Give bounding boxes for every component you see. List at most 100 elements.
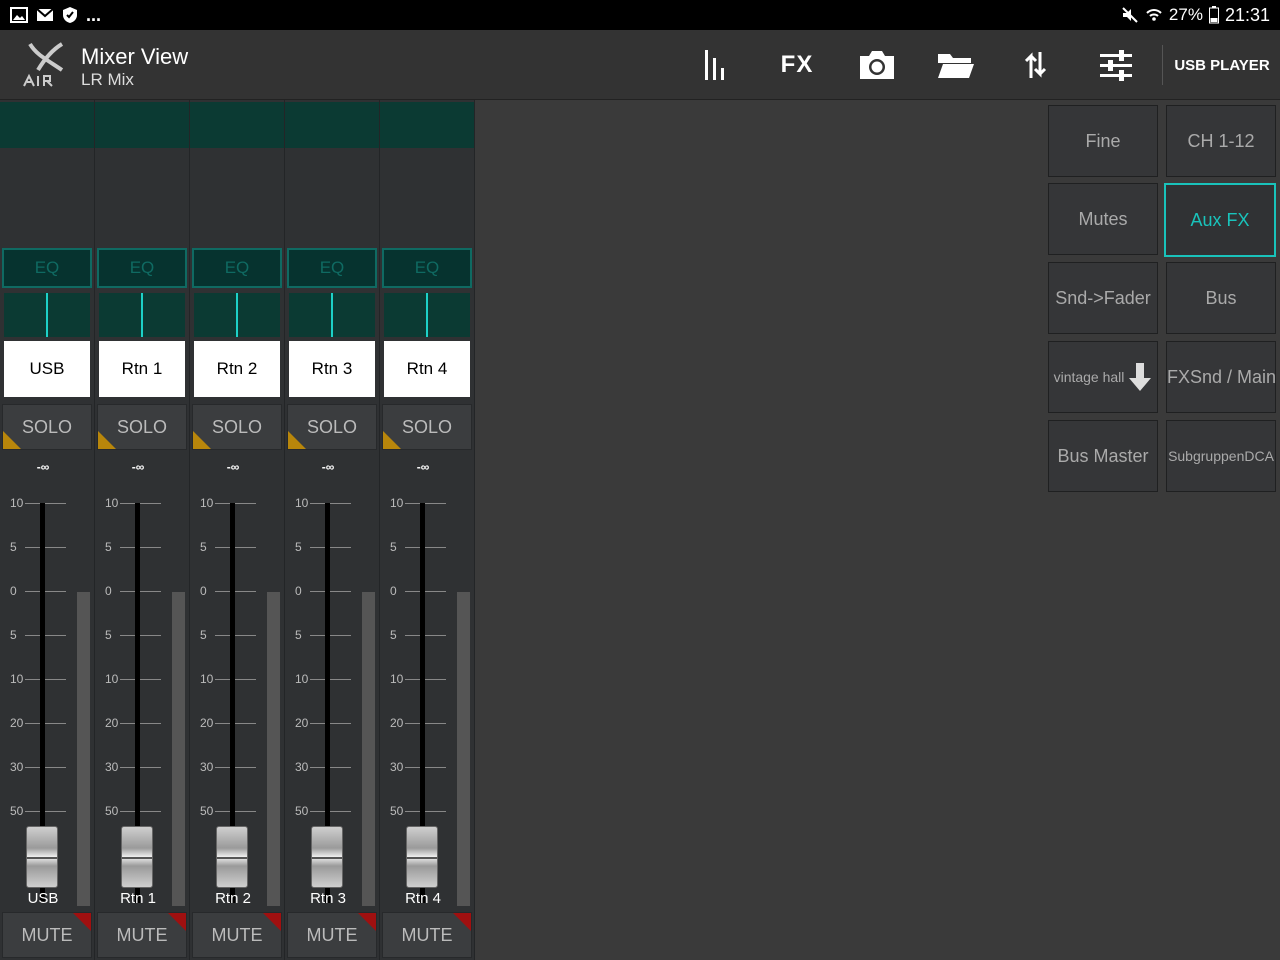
meters-button[interactable] [686,30,746,100]
camera-icon [860,51,894,79]
solo-button[interactable]: SOLO [287,404,377,450]
mute-button[interactable]: MUTE [382,912,472,958]
solo-button[interactable]: SOLO [2,404,92,450]
channel-name-button[interactable]: Rtn 2 [194,341,280,397]
channel-name-button[interactable]: USB [4,341,90,397]
channel-name-button[interactable]: Rtn 1 [99,341,185,397]
scale-tick [25,679,66,680]
fader-handle-line [407,857,437,859]
mute-button[interactable]: MUTE [192,912,282,958]
scale-tick [405,811,446,812]
eq-button[interactable]: EQ [382,248,472,288]
bus-master-button[interactable]: Bus Master [1048,420,1158,492]
channel-label: Rtn 1 [120,890,156,907]
battery-percent: 27% [1168,5,1203,24]
pan-indicator [46,293,48,337]
mutes-button[interactable]: Mutes [1048,183,1158,255]
snd-fader-button[interactable]: Snd->Fader [1048,262,1158,334]
solo-marker-icon [193,431,211,449]
solo-label: SOLO [21,416,73,437]
channel-label: Rtn 2 [215,890,251,907]
scale-tick [215,635,256,636]
sliders-icon [1100,50,1132,81]
scale-tick [120,547,161,548]
level-meter [267,592,280,906]
vintage-hall-button[interactable]: vintage hall [1048,341,1158,413]
pan-control[interactable] [384,293,470,337]
bus-button[interactable]: Bus [1166,262,1276,334]
fx-button[interactable]: FX [767,30,827,100]
scale-label: 50 [390,804,404,818]
fader-handle[interactable] [26,826,58,888]
eq-button[interactable]: EQ [97,248,187,288]
mute-button[interactable]: MUTE [97,912,187,958]
fader-handle-line [122,857,152,859]
scale-label: 20 [390,716,404,730]
scale-tick [25,547,66,548]
scale-label: 50 [200,804,214,818]
fader-handle[interactable] [216,826,248,888]
fader-handle[interactable] [121,826,153,888]
channel-label: USB [27,890,59,907]
meters-icon [705,50,724,80]
scale-tick [405,547,446,548]
fader-handle[interactable] [311,826,343,888]
pan-control[interactable] [289,293,375,337]
scale-label: 0 [10,584,17,598]
scale-label: 5 [105,540,112,554]
files-button[interactable] [926,30,986,100]
usb-player-button[interactable]: USB PLAYER [1168,30,1276,100]
pan-control[interactable] [194,293,280,337]
eq-button[interactable]: EQ [2,248,92,288]
scale-label: 0 [105,584,112,598]
fader-handle[interactable] [406,826,438,888]
eq-button[interactable]: EQ [287,248,377,288]
scale-tick [25,767,66,768]
ch-1-12-button[interactable]: CH 1-12 [1166,105,1276,177]
transfer-arrows-icon [1025,52,1047,78]
pan-control[interactable] [99,293,185,337]
snapshot-button[interactable] [847,30,907,100]
channel-strip: EQ Rtn 2 SOLO -∞ 10 5 0 5 10 20 30 50 Rtn 2 MUTE [190,100,285,960]
subgruppen-dca-button[interactable]: SubgruppenDCA [1166,420,1276,492]
aux-fx-button[interactable]: Aux FX [1164,183,1276,257]
scale-tick [120,503,161,504]
scale-tick [310,547,351,548]
mute-marker-icon [73,913,91,931]
channel-strip: EQ Rtn 4 SOLO -∞ 10 5 0 5 10 20 30 50 Rtn 4 MUTE [380,100,475,960]
vintage-hall-label: vintage hall [1053,369,1125,385]
eq-button[interactable]: EQ [192,248,282,288]
scale-label: 0 [200,584,207,598]
scale-label: 30 [295,760,309,774]
setup-button[interactable] [1086,30,1146,100]
solo-marker-icon [98,431,116,449]
scale-tick [310,679,351,680]
scale-label: 20 [105,716,119,730]
mute-label: MUTE [401,924,453,945]
fine-button[interactable]: Fine [1048,105,1158,177]
mute-button[interactable]: MUTE [2,912,92,958]
solo-label: SOLO [211,416,263,437]
fader-value: -∞ [321,460,335,474]
scale-label: 10 [390,496,404,510]
channel-strip: EQ Rtn 1 SOLO -∞ 10 5 0 5 10 20 30 50 Rtn 1 MUTE [95,100,190,960]
solo-marker-icon [383,431,401,449]
mix-name: LR Mix [81,70,134,89]
scale-label: 0 [390,584,397,598]
scale-label: 10 [390,672,404,686]
shield-icon [63,7,77,23]
fxsnd-main-button[interactable]: FXSnd / Main [1166,341,1276,413]
pan-control[interactable] [4,293,90,337]
wifi-icon [1146,9,1162,21]
mute-button[interactable]: MUTE [287,912,377,958]
scale-label: 30 [200,760,214,774]
channel-name-button[interactable]: Rtn 3 [289,341,375,397]
mute-label: MUTE [211,924,263,945]
solo-button[interactable]: SOLO [382,404,472,450]
sync-button[interactable] [1006,30,1066,100]
channel-name-button[interactable]: Rtn 4 [384,341,470,397]
channel-label: Rtn 4 [405,890,441,907]
solo-button[interactable]: SOLO [192,404,282,450]
solo-button[interactable]: SOLO [97,404,187,450]
scale-label: 0 [295,584,302,598]
